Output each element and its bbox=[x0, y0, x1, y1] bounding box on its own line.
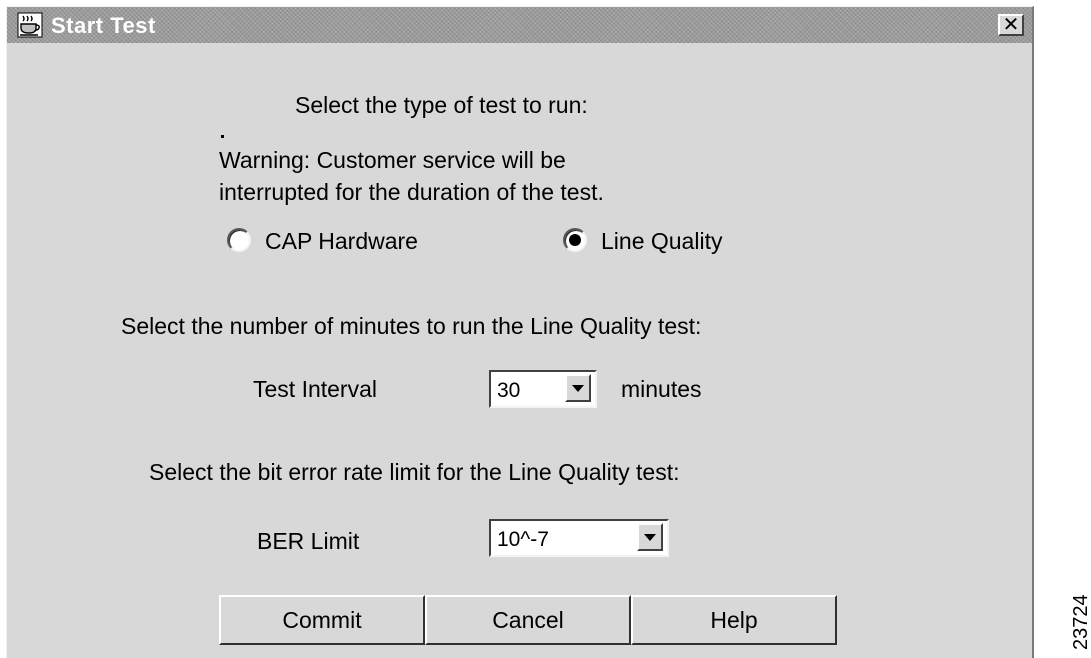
test-interval-label: Test Interval bbox=[253, 376, 377, 402]
chevron-down-icon[interactable] bbox=[637, 523, 663, 551]
close-button[interactable]: ✕ bbox=[998, 14, 1024, 36]
test-interval-value: 30 bbox=[497, 379, 521, 402]
radio-line-quality[interactable] bbox=[563, 228, 587, 252]
help-button[interactable]: Help bbox=[631, 595, 837, 645]
warning-line-2: interrupted for the duration of the test… bbox=[219, 179, 604, 205]
radio-cap-hardware-label[interactable]: CAP Hardware bbox=[265, 228, 418, 255]
figure-id: 23724 bbox=[1070, 594, 1091, 650]
radio-selected-dot bbox=[569, 234, 581, 246]
radio-cap-hardware[interactable] bbox=[227, 228, 251, 252]
ber-prompt: Select the bit error rate limit for the … bbox=[149, 459, 680, 485]
ber-limit-select[interactable]: 10^-7 bbox=[489, 519, 669, 557]
ber-limit-label: BER Limit bbox=[257, 528, 360, 554]
coffee-cup-icon bbox=[17, 12, 43, 38]
test-type-prompt: Select the type of test to run: bbox=[295, 92, 588, 118]
warning-line-1: Warning: Customer service will be bbox=[219, 147, 566, 173]
cancel-button[interactable]: Cancel bbox=[425, 595, 631, 645]
start-test-dialog: Start Test ✕ Select the type of test to … bbox=[6, 6, 1034, 658]
commit-button[interactable]: Commit bbox=[219, 595, 425, 645]
radio-line-quality-label[interactable]: Line Quality bbox=[601, 228, 722, 255]
ber-limit-value: 10^-7 bbox=[497, 528, 549, 551]
test-interval-select[interactable]: 30 bbox=[489, 370, 597, 408]
chevron-down-icon[interactable] bbox=[565, 374, 591, 402]
title-bar[interactable]: Start Test ✕ bbox=[7, 7, 1032, 43]
dialog-title: Start Test bbox=[51, 13, 156, 38]
close-icon: ✕ bbox=[1002, 14, 1020, 36]
minutes-prompt: Select the number of minutes to run the … bbox=[121, 313, 702, 339]
minutes-unit-label: minutes bbox=[621, 376, 702, 402]
divider-mark bbox=[221, 135, 224, 138]
